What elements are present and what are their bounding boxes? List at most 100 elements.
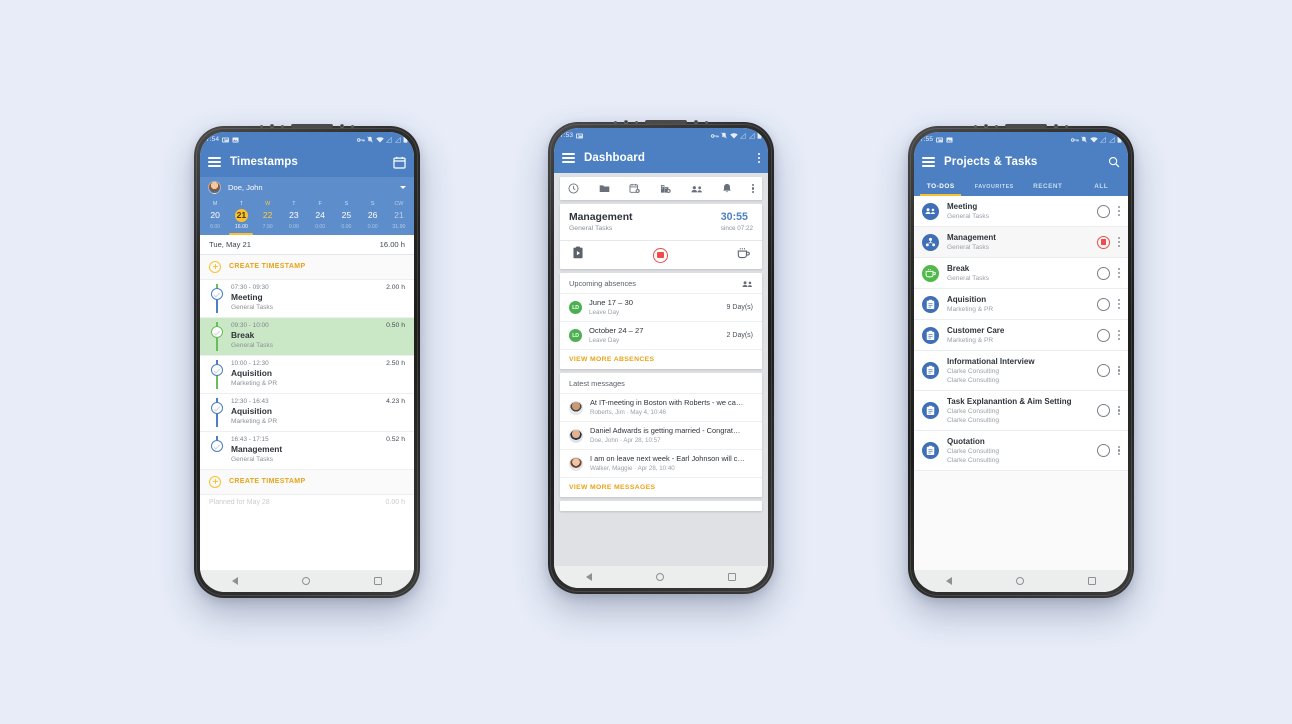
week-dow-row: M T W T F S S CW — [202, 200, 412, 209]
camera-icon — [270, 124, 274, 128]
play-button[interactable] — [1096, 404, 1110, 417]
task-row[interactable]: Aquisition Marketing & PR — [914, 289, 1128, 320]
recents-square-icon[interactable] — [374, 577, 382, 585]
people-icon[interactable] — [691, 184, 703, 194]
back-triangle-icon[interactable] — [232, 577, 239, 585]
building-add-icon[interactable] — [660, 183, 671, 194]
task-row[interactable]: Break General Tasks — [914, 258, 1128, 289]
status-time: 7:54 — [206, 136, 220, 143]
running-task-info[interactable]: Management General Tasks 30:55 since 07:… — [560, 204, 762, 240]
play-button[interactable] — [1096, 328, 1110, 342]
timestamp-row[interactable]: 10:00 - 12:30 2.50 h Aquisition Marketin… — [200, 355, 414, 394]
week-day-22[interactable]: 22 7.90 — [255, 209, 281, 232]
clipboard-icon — [922, 295, 939, 313]
message-row[interactable]: I am on leave next week - Earl Johnson w… — [560, 449, 762, 477]
stop-record-icon[interactable] — [653, 247, 668, 263]
play-button[interactable] — [1096, 297, 1110, 311]
clock-icon[interactable] — [568, 183, 579, 194]
back-triangle-icon[interactable] — [586, 573, 593, 581]
absence-row[interactable]: LD October 24 – 27 Leave Day 2 Day(s) — [560, 321, 762, 349]
week-day-23[interactable]: 23 0.00 — [281, 209, 307, 232]
tab-all[interactable]: ALL — [1075, 177, 1129, 196]
folder-icon[interactable] — [599, 183, 610, 194]
hamburger-icon[interactable] — [562, 153, 575, 163]
play-button[interactable] — [1096, 444, 1110, 457]
check-circle-icon — [210, 325, 224, 339]
week-day-20[interactable]: 20 8.00 — [202, 209, 228, 232]
bell-icon[interactable] — [722, 183, 732, 194]
chevron-down-icon[interactable] — [400, 185, 406, 189]
create-timestamp-bottom-button[interactable]: CREATE TIMESTAMP — [200, 469, 414, 495]
stop-button[interactable] — [1096, 235, 1110, 249]
overflow-icon[interactable] — [751, 183, 754, 194]
play-button[interactable] — [1096, 204, 1110, 218]
tab-recent[interactable]: RECENT — [1021, 177, 1075, 196]
message-text: I am on leave next week - Earl Johnson w… — [590, 454, 745, 463]
overflow-icon[interactable] — [1117, 365, 1120, 376]
week-day-24[interactable]: 24 0.00 — [307, 209, 333, 232]
phone-notch — [548, 117, 774, 127]
recents-square-icon[interactable] — [728, 573, 736, 581]
overflow-icon[interactable] — [1117, 405, 1120, 416]
tab-to-dos[interactable]: TO-DOS — [914, 177, 968, 196]
week-selection-indicator — [202, 232, 412, 235]
search-icon[interactable] — [1108, 156, 1120, 168]
create-timestamp-top-button[interactable]: CREATE TIMESTAMP — [200, 254, 414, 280]
task-row[interactable]: Customer Care Marketing & PR — [914, 320, 1128, 351]
overflow-icon[interactable] — [1117, 299, 1120, 309]
phone-dashboard: 7:53 Dashboard Management General Tasks … — [548, 120, 774, 594]
overflow-icon[interactable] — [757, 153, 760, 163]
hamburger-icon[interactable] — [208, 157, 221, 167]
coffee-icon — [922, 264, 939, 282]
view-more-messages-link[interactable]: VIEW MORE MESSAGES — [560, 477, 762, 497]
photo-icon — [946, 137, 953, 142]
timestamp-list[interactable]: CREATE TIMESTAMP 07:30 - 09:30 2.00 h Me… — [200, 254, 414, 570]
wifi-icon — [1089, 136, 1098, 142]
absence-row[interactable]: LD June 17 – 30 Leave Day 9 Day(s) — [560, 293, 762, 321]
view-more-absences-link[interactable]: VIEW MORE ABSENCES — [560, 349, 762, 369]
overflow-icon[interactable] — [1117, 445, 1120, 456]
week-day-25[interactable]: 25 0.00 — [333, 209, 359, 232]
calendar-add-icon[interactable] — [629, 183, 640, 194]
clipboard-play-icon[interactable] — [572, 246, 584, 264]
home-circle-icon[interactable] — [656, 573, 665, 581]
home-circle-icon[interactable] — [1016, 577, 1025, 585]
tab-favourites[interactable]: FAVOURITES — [968, 177, 1022, 196]
overflow-icon[interactable] — [1117, 237, 1120, 247]
home-circle-icon[interactable] — [302, 577, 311, 585]
recents-square-icon[interactable] — [1088, 577, 1096, 585]
app-bar-projects: Projects & Tasks — [914, 147, 1128, 177]
messages-header: Latest messages — [560, 373, 762, 393]
task-row[interactable]: Management General Tasks — [914, 227, 1128, 258]
timestamp-row[interactable]: 09:30 - 10:00 0.50 h Break General Tasks — [200, 317, 414, 356]
task-title: Task Explanantion & Aim Setting — [947, 397, 1072, 406]
people-icon[interactable] — [742, 280, 753, 288]
message-row[interactable]: At IT-meeting in Boston with Roberts - w… — [560, 393, 762, 421]
hamburger-icon[interactable] — [922, 157, 935, 167]
overflow-icon[interactable] — [1117, 268, 1120, 278]
sensor-dot — [995, 124, 998, 128]
timestamp-row[interactable]: 16:43 - 17:15 0.52 h Management General … — [200, 431, 414, 470]
task-row[interactable]: Quotation Clarke Consulting Clarke Consu… — [914, 431, 1128, 471]
day-summary-hours: 16.00 h — [379, 239, 405, 249]
week-day-26[interactable]: 26 0.00 — [360, 209, 386, 232]
back-triangle-icon[interactable] — [946, 577, 953, 585]
task-row[interactable]: Meeting General Tasks — [914, 196, 1128, 227]
overflow-icon[interactable] — [1117, 206, 1120, 216]
timestamp-title: Management — [231, 443, 283, 454]
coffee-break-icon[interactable] — [737, 246, 750, 264]
message-meta: Roberts, Jim · May 4, 10:46 — [590, 409, 666, 416]
overflow-icon[interactable] — [1117, 330, 1120, 340]
quick-actions-card — [560, 177, 762, 200]
week-day-21[interactable]: 21 16.00 — [228, 209, 254, 232]
task-row[interactable]: Informational Interview Clarke Consultin… — [914, 351, 1128, 391]
timestamp-row[interactable]: 07:30 - 09:30 2.00 h Meeting General Tas… — [200, 279, 414, 318]
calendar-icon[interactable] — [393, 156, 406, 169]
message-row[interactable]: Daniel Adwards is getting married - Cong… — [560, 421, 762, 449]
task-list[interactable]: Meeting General Tasks Management General… — [914, 196, 1128, 570]
play-button[interactable] — [1096, 364, 1110, 377]
task-row[interactable]: Task Explanantion & Aim Setting Clarke C… — [914, 391, 1128, 431]
timestamp-row[interactable]: 12:30 - 16:43 4.23 h Aquisition Marketin… — [200, 393, 414, 432]
user-selector[interactable]: Doe, John — [200, 177, 414, 197]
play-button[interactable] — [1096, 266, 1110, 280]
